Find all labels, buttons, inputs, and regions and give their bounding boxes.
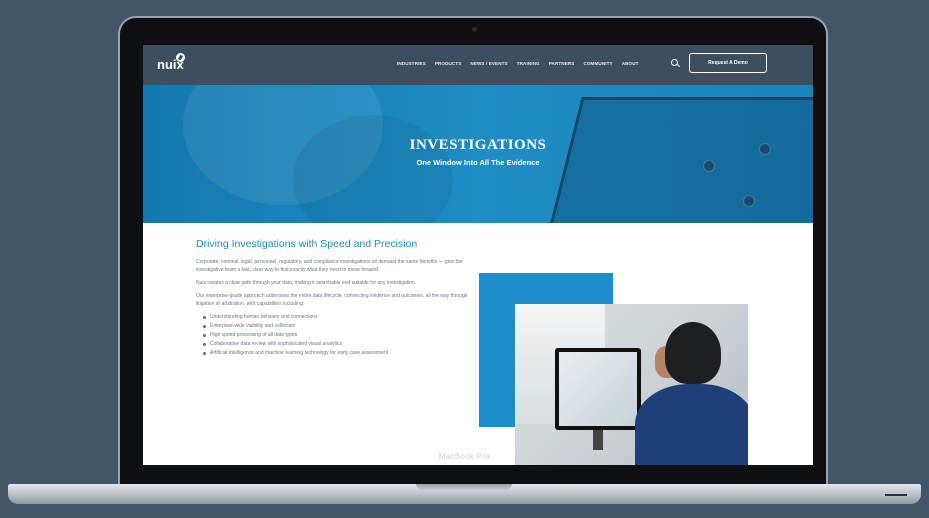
list-item: Collaborative data review with sophistic… xyxy=(203,340,476,349)
nav-item-news-events[interactable]: NEWS / EVENTS xyxy=(470,61,507,66)
hero-banner: INVESTIGATIONS One Window Into All The E… xyxy=(143,85,813,223)
logo-mark-icon xyxy=(176,53,185,62)
laptop-screen: nuix INDUSTRIES PRODUCTS NEWS / EVENTS T… xyxy=(143,45,813,465)
device-label: MacBook Pro xyxy=(438,452,491,461)
main-content: Driving Investigations with Speed and Pr… xyxy=(196,238,476,358)
nav-item-partners[interactable]: PARTNERS xyxy=(549,61,575,66)
search-icon[interactable] xyxy=(671,59,678,66)
list-item: High speed processing of all data types xyxy=(203,331,476,340)
nav-item-training[interactable]: TRAINING xyxy=(517,61,540,66)
laptop-lid: nuix INDUSTRIES PRODUCTS NEWS / EVENTS T… xyxy=(118,16,828,486)
paragraph: Nuix creates a clear path through your d… xyxy=(196,280,417,286)
paragraph: Our enterprise-grade approach addresses … xyxy=(196,293,468,307)
monitor-stand xyxy=(593,430,603,450)
nav-item-about[interactable]: ABOUT xyxy=(622,61,639,66)
capabilities-list: Understanding human behavior and connect… xyxy=(203,313,476,358)
site-nav: nuix INDUSTRIES PRODUCTS NEWS / EVENTS T… xyxy=(143,45,813,85)
analyst-photo xyxy=(515,304,748,465)
photo-monitor-screen xyxy=(559,352,637,426)
camera-icon xyxy=(472,27,477,32)
laptop-indicator xyxy=(885,494,907,496)
list-item: Artificial intelligence and machine lear… xyxy=(203,349,476,358)
photo-monitor xyxy=(555,348,641,430)
person-hair xyxy=(665,322,721,384)
paragraph: Corporate, criminal, legal, personnel, r… xyxy=(196,259,463,273)
nav-item-industries[interactable]: INDUSTRIES xyxy=(397,61,426,66)
laptop-base xyxy=(8,484,921,504)
nav-item-community[interactable]: COMMUNITY xyxy=(583,61,612,66)
laptop-notch xyxy=(416,484,512,490)
section-heading: Driving Investigations with Speed and Pr… xyxy=(196,238,418,250)
hero-subtitle: One Window Into All The Evidence xyxy=(416,158,540,167)
hero-title: INVESTIGATIONS xyxy=(409,137,547,153)
nav-item-products[interactable]: PRODUCTS xyxy=(435,61,462,66)
nav-menu: INDUSTRIES PRODUCTS NEWS / EVENTS TRAINI… xyxy=(397,61,639,66)
graph-node-icon xyxy=(743,195,755,207)
list-item: Enterprise-wide visibility and collectio… xyxy=(203,322,476,331)
list-item: Understanding human behavior and connect… xyxy=(203,313,476,322)
request-demo-button[interactable]: Request A Demo xyxy=(689,53,767,73)
